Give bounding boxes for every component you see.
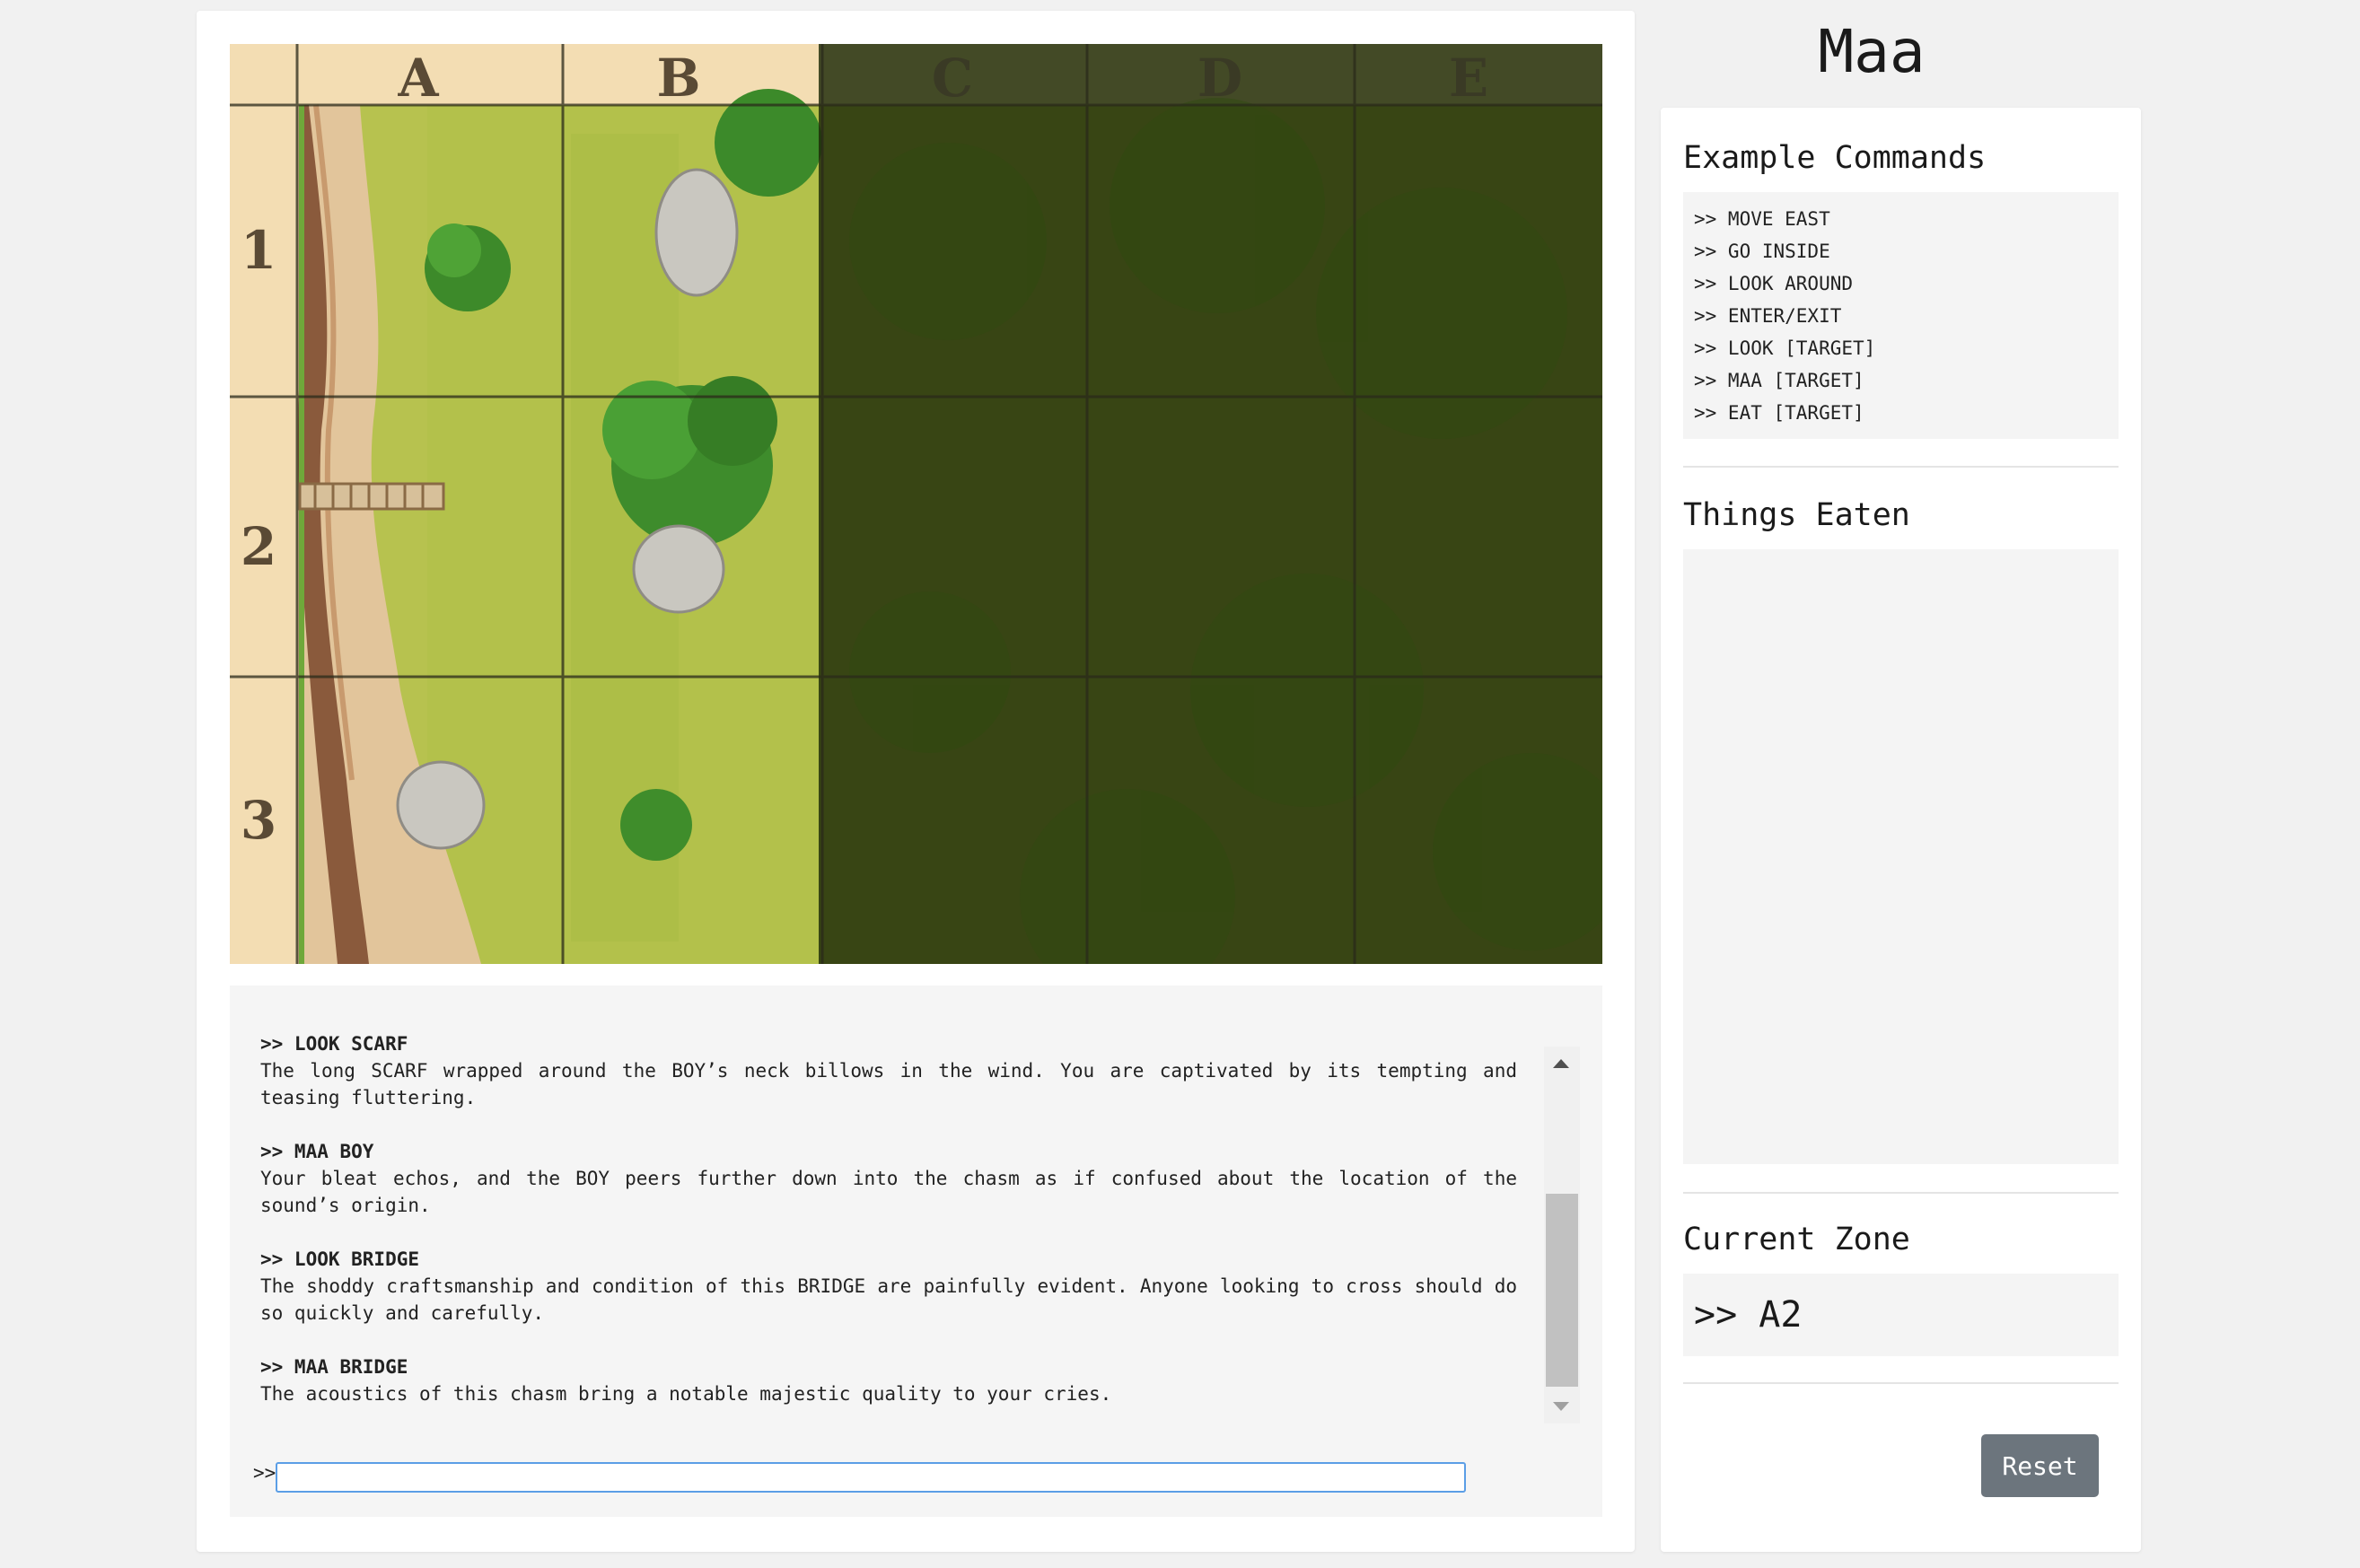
log-command: >> LOOK BRIDGE <box>260 1248 420 1270</box>
reset-button[interactable]: Reset <box>1981 1434 2099 1497</box>
divider <box>1683 1382 2119 1384</box>
things-eaten-list <box>1683 549 2119 1164</box>
map-row-label: 3 <box>241 790 276 851</box>
map-row-label: 1 <box>241 220 276 281</box>
divider <box>1683 466 2119 468</box>
app-title: Maa <box>1818 17 1926 86</box>
current-zone-value: >> A2 <box>1683 1274 2119 1356</box>
map-canvas: A B C D E 1 2 3 <box>230 44 1602 964</box>
log-entry: >> LOOK BRIDGE The shoddy craftsmanship … <box>260 1246 1517 1327</box>
command-item: >> GO INSIDE <box>1694 241 1830 262</box>
log-command: >> LOOK SCARF <box>260 1033 408 1055</box>
message-log: >> LOOK SCARF The long SCARF wrapped aro… <box>260 1030 1517 1407</box>
rock-icon <box>396 760 486 850</box>
things-eaten-heading: Things Eaten <box>1683 497 1910 533</box>
map-column-label: D <box>1198 48 1242 109</box>
log-response: The acoustics of this chasm bring a nota… <box>260 1383 1112 1405</box>
bridge-icon <box>298 482 445 511</box>
rock-icon <box>632 524 725 614</box>
current-zone-heading: Current Zone <box>1683 1222 1910 1257</box>
game-panel: A B C D E 1 2 3 >> LOOK SCARF The long S… <box>197 11 1635 1552</box>
sidebar: Example Commands >> MOVE EAST >> GO INSI… <box>1661 108 2141 1552</box>
example-commands-list: >> MOVE EAST >> GO INSIDE >> LOOK AROUND… <box>1683 192 2119 439</box>
log-response: Your bleat echos, and the BOY peers furt… <box>260 1168 1517 1216</box>
log-scrollbar[interactable] <box>1544 1047 1580 1423</box>
command-item: >> ENTER/EXIT <box>1694 305 1842 327</box>
scroll-down-arrow-icon[interactable] <box>1553 1402 1569 1411</box>
command-input[interactable] <box>276 1462 1466 1493</box>
scroll-up-arrow-icon[interactable] <box>1553 1059 1569 1068</box>
map-row-label: 2 <box>241 516 276 577</box>
log-entry: >> MAA BRIDGE The acoustics of this chas… <box>260 1353 1517 1407</box>
log-entry: >> LOOK SCARF The long SCARF wrapped aro… <box>260 1030 1517 1111</box>
map-column-label: A <box>397 48 439 109</box>
command-item: >> EAT [TARGET] <box>1694 402 1864 424</box>
command-item: >> LOOK AROUND <box>1694 273 1854 294</box>
command-item: >> MAA [TARGET] <box>1694 370 1864 391</box>
log-command: >> MAA BOY <box>260 1141 374 1162</box>
rock-icon <box>654 168 739 297</box>
command-prompt: >> <box>253 1462 276 1484</box>
map-column-label: C <box>932 48 973 109</box>
tree-icon <box>620 789 692 861</box>
game-map: A B C D E 1 2 3 <box>230 44 1602 964</box>
command-item: >> LOOK [TARGET] <box>1694 337 1876 359</box>
scroll-thumb[interactable] <box>1546 1194 1578 1387</box>
example-commands-heading: Example Commands <box>1683 140 1987 176</box>
log-command: >> MAA BRIDGE <box>260 1356 408 1378</box>
divider <box>1683 1192 2119 1194</box>
map-column-label: E <box>1449 48 1488 109</box>
log-entry: >> MAA BOY Your bleat echos, and the BOY… <box>260 1138 1517 1219</box>
log-response: The shoddy craftsmanship and condition o… <box>260 1275 1517 1324</box>
console-panel: >> LOOK SCARF The long SCARF wrapped aro… <box>230 985 1602 1517</box>
log-response: The long SCARF wrapped around the BOY’s … <box>260 1060 1517 1108</box>
command-item: >> MOVE EAST <box>1694 208 1830 230</box>
map-column-label: B <box>656 48 700 109</box>
